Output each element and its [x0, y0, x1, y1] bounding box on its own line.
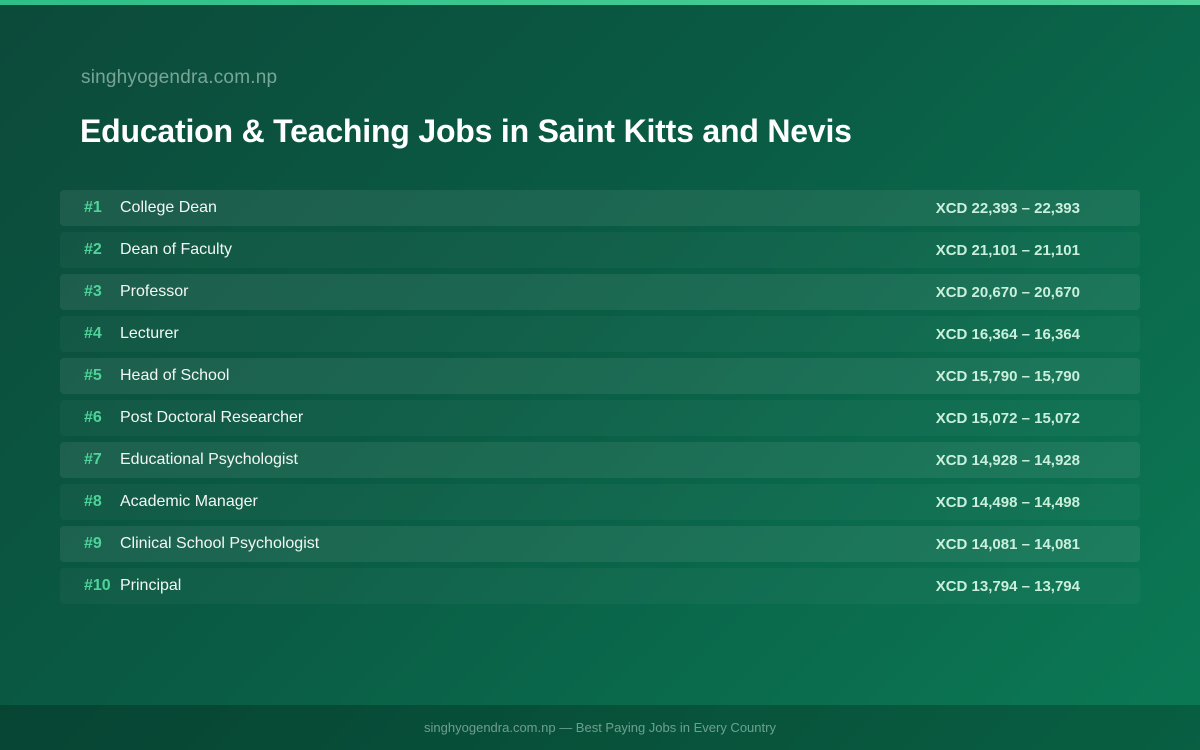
- job-title: Clinical School Psychologist: [120, 535, 320, 552]
- footer-text: singhyogendra.com.np — Best Paying Jobs …: [424, 720, 776, 735]
- job-title: Lecturer: [120, 325, 179, 342]
- job-rank: #9: [84, 535, 102, 552]
- job-title: Professor: [120, 283, 189, 300]
- job-rank: #5: [84, 367, 102, 384]
- job-row: #5 Head of School XCD 15,790 – 15,790: [60, 358, 1140, 394]
- job-salary: XCD 13,794 – 13,794: [935, 577, 1080, 595]
- job-rank: #2: [84, 241, 102, 258]
- job-salary: XCD 22,393 – 22,393: [935, 199, 1080, 217]
- page-title: Education & Teaching Jobs in Saint Kitts…: [80, 113, 852, 149]
- job-row: #4 Lecturer XCD 16,364 – 16,364: [60, 316, 1140, 352]
- job-title: Head of School: [120, 367, 230, 384]
- job-row: #10 Principal XCD 13,794 – 13,794: [60, 568, 1140, 604]
- job-rank: #7: [84, 451, 102, 468]
- job-title: Post Doctoral Researcher: [120, 409, 304, 426]
- top-accent-bar: [0, 0, 1200, 5]
- job-salary: XCD 20,670 – 20,670: [935, 283, 1080, 301]
- job-salary: XCD 15,072 – 15,072: [935, 409, 1080, 427]
- site-name: singhyogendra.com.np: [81, 67, 278, 88]
- job-rank: #4: [84, 325, 102, 342]
- job-salary: XCD 16,364 – 16,364: [935, 325, 1080, 343]
- job-salary: XCD 15,790 – 15,790: [935, 367, 1080, 385]
- job-rank: #1: [84, 199, 102, 216]
- job-list: #1 College Dean XCD 22,393 – 22,393 #2 D…: [60, 190, 1140, 610]
- job-salary: XCD 21,101 – 21,101: [935, 241, 1080, 259]
- job-salary: XCD 14,081 – 14,081: [935, 535, 1080, 553]
- job-title: Academic Manager: [120, 493, 258, 510]
- job-salary: XCD 14,928 – 14,928: [935, 451, 1080, 469]
- job-row: #6 Post Doctoral Researcher XCD 15,072 –…: [60, 400, 1140, 436]
- job-title: Educational Psychologist: [120, 451, 298, 468]
- job-rank: #3: [84, 283, 102, 300]
- job-title: Principal: [120, 577, 182, 594]
- job-title: College Dean: [120, 199, 217, 216]
- job-row: #2 Dean of Faculty XCD 21,101 – 21,101: [60, 232, 1140, 268]
- job-rank: #10: [84, 577, 111, 594]
- job-salary: XCD 14,498 – 14,498: [935, 493, 1080, 511]
- job-title: Dean of Faculty: [120, 241, 233, 258]
- job-row: #3 Professor XCD 20,670 – 20,670: [60, 274, 1140, 310]
- job-row: #8 Academic Manager XCD 14,498 – 14,498: [60, 484, 1140, 520]
- job-rank: #8: [84, 493, 102, 510]
- job-row: #9 Clinical School Psychologist XCD 14,0…: [60, 526, 1140, 562]
- job-rank: #6: [84, 409, 102, 426]
- footer: singhyogendra.com.np — Best Paying Jobs …: [0, 705, 1200, 750]
- job-row: #7 Educational Psychologist XCD 14,928 –…: [60, 442, 1140, 478]
- job-row: #1 College Dean XCD 22,393 – 22,393: [60, 190, 1140, 226]
